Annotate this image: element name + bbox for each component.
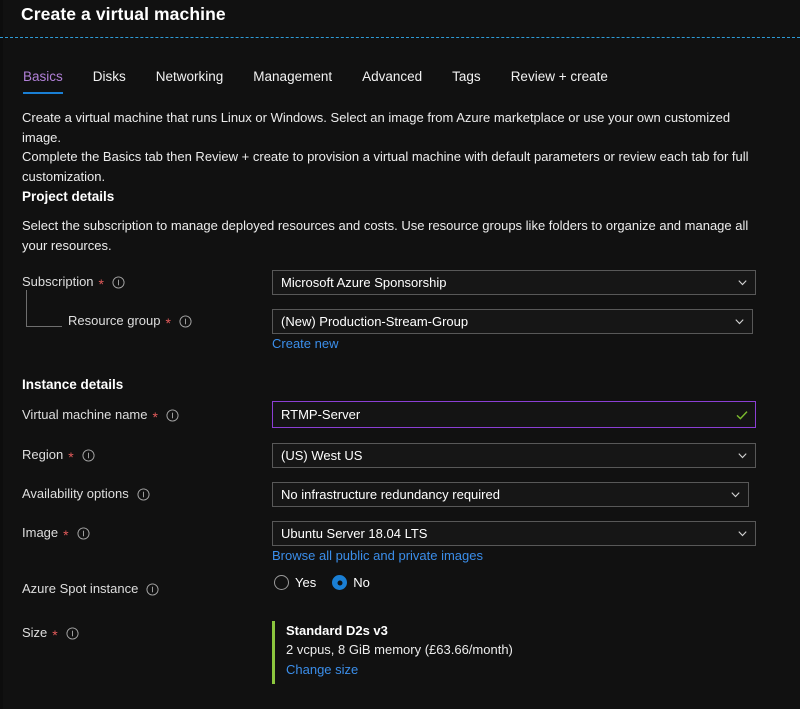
image-dropdown[interactable]: Ubuntu Server 18.04 LTS bbox=[272, 521, 756, 546]
azure-spot-radio-yes[interactable]: Yes bbox=[274, 575, 316, 590]
create-vm-page: Create a virtual machine Basics Disks Ne… bbox=[0, 0, 800, 709]
info-icon[interactable] bbox=[166, 409, 179, 422]
chevron-down-icon bbox=[736, 527, 749, 540]
page-title: Create a virtual machine bbox=[21, 4, 226, 24]
azure-spot-instance-label-text: Azure Spot instance bbox=[22, 581, 139, 596]
size-name: Standard D2s v3 bbox=[286, 623, 388, 638]
tab-bar: Basics Disks Networking Management Advan… bbox=[23, 68, 622, 94]
subscription-required-marker: * bbox=[98, 275, 104, 292]
availability-options-label-text: Availability options bbox=[22, 486, 129, 501]
resource-group-dropdown[interactable]: (New) Production-Stream-Group bbox=[272, 309, 753, 334]
tab-management-label: Management bbox=[253, 69, 333, 84]
subscription-label-text: Subscription bbox=[22, 274, 94, 289]
browse-images-link[interactable]: Browse all public and private images bbox=[272, 548, 483, 563]
info-icon[interactable] bbox=[66, 627, 79, 640]
subscription-label: Subscription * bbox=[22, 274, 125, 292]
tab-basics-label: Basics bbox=[23, 69, 63, 84]
info-icon[interactable] bbox=[137, 488, 150, 501]
availability-options-value: No infrastructure redundancy required bbox=[281, 487, 500, 502]
tab-disks-label: Disks bbox=[92, 69, 126, 84]
azure-spot-radio-no[interactable]: No bbox=[332, 575, 370, 590]
region-required-marker: * bbox=[68, 448, 74, 465]
info-icon[interactable] bbox=[82, 449, 95, 462]
checkmark-valid-icon bbox=[735, 408, 749, 422]
size-label: Size * bbox=[22, 625, 79, 643]
subscription-value: Microsoft Azure Sponsorship bbox=[281, 275, 447, 290]
azure-spot-radio-yes-label: Yes bbox=[295, 575, 317, 590]
size-specs: 2 vcpus, 8 GiB memory (£63.66/month) bbox=[286, 642, 513, 657]
vm-name-value: RTMP-Server bbox=[281, 407, 361, 422]
tab-review-create-label: Review + create bbox=[510, 69, 608, 84]
intro-line-1: Create a virtual machine that runs Linux… bbox=[22, 110, 731, 145]
image-label: Image * bbox=[22, 525, 90, 543]
region-label: Region * bbox=[22, 447, 95, 465]
chevron-down-icon bbox=[736, 276, 749, 289]
tab-basics[interactable]: Basics bbox=[23, 68, 77, 94]
azure-spot-instance-label: Azure Spot instance bbox=[22, 581, 159, 596]
create-new-resource-group-link[interactable]: Create new bbox=[272, 336, 338, 351]
region-value: (US) West US bbox=[281, 448, 363, 463]
azure-spot-radio-group: Yes No bbox=[274, 575, 370, 590]
availability-options-label: Availability options bbox=[22, 486, 150, 501]
info-icon[interactable] bbox=[77, 527, 90, 540]
vm-name-label: Virtual machine name * bbox=[22, 407, 179, 425]
chevron-down-icon bbox=[736, 449, 749, 462]
project-details-description: Select the subscription to manage deploy… bbox=[22, 218, 749, 253]
size-label-text: Size bbox=[22, 625, 48, 640]
availability-options-dropdown[interactable]: No infrastructure redundancy required bbox=[272, 482, 749, 507]
tab-networking[interactable]: Networking bbox=[156, 68, 238, 94]
intro-line-2: Complete the Basics tab then Review + cr… bbox=[22, 149, 749, 184]
chevron-down-icon bbox=[729, 488, 742, 501]
image-label-text: Image bbox=[22, 525, 59, 540]
radio-circle-icon bbox=[274, 575, 289, 590]
image-value: Ubuntu Server 18.04 LTS bbox=[281, 526, 428, 541]
left-edge-strip bbox=[0, 0, 3, 709]
info-icon[interactable] bbox=[146, 583, 159, 596]
resource-group-value: (New) Production-Stream-Group bbox=[281, 314, 469, 329]
radio-circle-selected-icon bbox=[332, 575, 348, 590]
resource-group-required-marker: * bbox=[165, 314, 171, 331]
info-icon[interactable] bbox=[179, 315, 192, 328]
instance-details-heading: Instance details bbox=[22, 377, 124, 392]
tab-networking-label: Networking bbox=[155, 69, 224, 84]
image-required-marker: * bbox=[63, 526, 69, 543]
tab-disks[interactable]: Disks bbox=[93, 68, 140, 94]
region-label-text: Region bbox=[22, 447, 64, 462]
tab-tags-label: Tags bbox=[452, 69, 481, 84]
change-size-link[interactable]: Change size bbox=[286, 660, 358, 680]
size-summary-block: Standard D2s v3 2 vcpus, 8 GiB memory (£… bbox=[272, 621, 513, 684]
resource-group-label: Resource group * bbox=[68, 313, 192, 331]
vm-name-required-marker: * bbox=[152, 408, 158, 425]
azure-spot-radio-no-label: No bbox=[353, 575, 370, 590]
tab-advanced[interactable]: Advanced bbox=[362, 68, 436, 94]
region-dropdown[interactable]: (US) West US bbox=[272, 443, 756, 468]
header-divider bbox=[0, 37, 800, 38]
subscription-dropdown[interactable]: Microsoft Azure Sponsorship bbox=[272, 270, 756, 295]
info-icon[interactable] bbox=[112, 276, 125, 289]
resource-group-label-text: Resource group bbox=[68, 313, 161, 328]
tab-review-create[interactable]: Review + create bbox=[511, 68, 622, 94]
size-required-marker: * bbox=[52, 626, 58, 643]
tab-advanced-label: Advanced bbox=[362, 69, 423, 84]
vm-name-input[interactable]: RTMP-Server bbox=[272, 401, 756, 428]
resource-group-tree-connector bbox=[26, 290, 62, 327]
tab-tags[interactable]: Tags bbox=[452, 68, 495, 94]
vm-name-label-text: Virtual machine name bbox=[22, 407, 148, 422]
tab-management[interactable]: Management bbox=[253, 68, 346, 94]
intro-text: Create a virtual machine that runs Linux… bbox=[22, 108, 762, 186]
chevron-down-icon bbox=[733, 315, 746, 328]
project-details-heading: Project details bbox=[22, 189, 115, 204]
